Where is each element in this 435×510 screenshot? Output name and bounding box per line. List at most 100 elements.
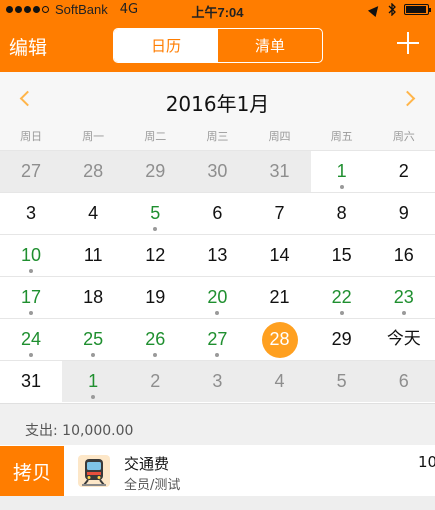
calendar-day-label: 6: [212, 203, 223, 223]
calendar-day[interactable]: 7: [249, 193, 311, 234]
calendar-day[interactable]: 5: [310, 361, 373, 402]
calendar-day[interactable]: 24: [0, 319, 62, 360]
calendar-day[interactable]: 10: [0, 235, 62, 276]
calendar-day[interactable]: 5: [124, 193, 186, 234]
calendar-day-label: 18: [83, 287, 104, 307]
weekday-label: 周四: [268, 130, 291, 143]
entry-subtitle: 全员/测试: [124, 478, 181, 493]
entry-title: 交通费: [124, 455, 170, 473]
calendar-day[interactable]: 4: [248, 361, 311, 402]
calendar-day[interactable]: 14: [249, 235, 311, 276]
calendar-day[interactable]: 19: [124, 277, 186, 318]
calendar-day-label: 今天: [386, 329, 421, 349]
entry-row[interactable]: 拷贝 交通费 全员/测试 10: [0, 446, 435, 496]
calendar-week-row: 31 1 2 3 4 5 6: [0, 360, 435, 402]
calendar-day[interactable]: 20: [186, 277, 248, 318]
tab-list[interactable]: 清单: [218, 29, 322, 62]
calendar-day[interactable]: 2: [124, 361, 187, 402]
calendar-day-label: 28: [83, 161, 104, 181]
plus-icon[interactable]: [397, 32, 419, 54]
calendar-day[interactable]: 29: [311, 319, 373, 360]
train-icon: [78, 455, 110, 487]
calendar-day[interactable]: 21: [249, 277, 311, 318]
entry-amount: 10: [418, 453, 435, 471]
calendar-day[interactable]: 11: [62, 235, 124, 276]
calendar-day-label: 4: [88, 203, 99, 223]
calendar-day-label: 8: [336, 203, 347, 223]
view-segmented-control: 日历 清单: [113, 28, 323, 63]
calendar-day[interactable]: 1: [311, 151, 373, 192]
calendar-day-label: 7: [274, 203, 285, 223]
month-title: 2016年1月: [165, 92, 270, 116]
calendar-day[interactable]: 8: [311, 193, 373, 234]
calendar-day[interactable]: 31: [0, 361, 62, 402]
calendar-day-label: 9: [398, 203, 409, 223]
copy-button[interactable]: 拷贝: [0, 446, 64, 496]
calendar-day[interactable]: 13: [186, 235, 248, 276]
calendar-day[interactable]: 12: [124, 235, 186, 276]
weekday-label: 周三: [206, 130, 229, 143]
calendar-day[interactable]: 22: [311, 277, 373, 318]
calendar-week-row: 17 18 19 20 21 22 23: [0, 276, 435, 318]
calendar-day[interactable]: 3: [0, 193, 62, 234]
bottom-divider: [0, 496, 435, 510]
calendar-day[interactable]: 23: [373, 277, 435, 318]
calendar-day[interactable]: 16: [373, 235, 435, 276]
calendar-day[interactable]: 17: [0, 277, 62, 318]
edit-button[interactable]: 编辑: [9, 33, 47, 60]
calendar-day-label: 2: [398, 161, 409, 181]
entry-marker-dot: [339, 311, 344, 315]
expense-summary: 支出: 10,000.00: [0, 403, 435, 445]
calendar-day[interactable]: 26: [124, 319, 186, 360]
calendar-day-label: 3: [212, 371, 223, 391]
entry-marker-dot: [401, 311, 406, 315]
calendar-day[interactable]: 2: [373, 151, 435, 192]
weekday-label: 周二: [144, 130, 167, 143]
calendar-day[interactable]: 1: [62, 361, 125, 402]
calendar-day-label: 31: [269, 161, 290, 181]
calendar-day[interactable]: 3: [186, 361, 249, 402]
battery-icon: [404, 4, 431, 15]
calendar-week-row: 3 4 5 6 7 8 9: [0, 192, 435, 234]
calendar-day-label: 16: [393, 245, 414, 265]
weekday-label: 周日: [20, 130, 43, 143]
calendar-day-label: 11: [83, 245, 103, 265]
expense-total: 支出: 10,000.00: [25, 423, 134, 439]
calendar-day[interactable]: 15: [311, 235, 373, 276]
calendar-day-label: 5: [336, 371, 347, 391]
calendar-day[interactable]: 6: [372, 361, 435, 402]
entry-marker-dot: [339, 185, 344, 189]
status-right: [367, 2, 431, 17]
battery-fill: [406, 6, 426, 13]
calendar-grid: 27 28 29 30 31 1 2 3 4 5 6 7 8 9 10 11 12 13 14 15 16 17 18 19 2…: [0, 150, 435, 402]
calendar-day[interactable]: 27: [0, 151, 63, 192]
month-header: 2016年1月: [0, 72, 435, 128]
calendar-day-label: 3: [26, 203, 37, 223]
location-arrow-icon: [367, 2, 383, 17]
calendar-day-label: 29: [331, 329, 352, 349]
calendar-day-today[interactable]: 今天: [373, 319, 435, 360]
calendar-day[interactable]: 30: [186, 151, 249, 192]
calendar-day[interactable]: 31: [248, 151, 311, 192]
calendar-day[interactable]: 4: [62, 193, 124, 234]
calendar-day[interactable]: 6: [186, 193, 248, 234]
calendar-day-label: 15: [331, 245, 352, 265]
calendar-day-selected[interactable]: 28: [249, 319, 311, 360]
calendar-day-label: 13: [207, 245, 228, 265]
calendar-day[interactable]: 27: [186, 319, 248, 360]
calendar-day[interactable]: 28: [62, 151, 125, 192]
weekday-label: 周六: [392, 130, 415, 143]
calendar-day-label: 28: [269, 329, 290, 349]
weekday-label: 周一: [82, 130, 105, 143]
calendar-day[interactable]: 18: [62, 277, 124, 318]
calendar-day-label: 4: [274, 371, 285, 391]
calendar-day-label: 2: [150, 371, 161, 391]
calendar-day[interactable]: 9: [373, 193, 435, 234]
calendar-day[interactable]: 25: [62, 319, 124, 360]
calendar-day[interactable]: 29: [124, 151, 187, 192]
calendar-day-label: 19: [145, 287, 166, 307]
calendar-day-label: 27: [21, 161, 42, 181]
weekday-header: 周日 周一 周二 周三 周四 周五 周六: [0, 128, 435, 150]
status-bar: SoftBank 4G 上午7:04: [0, 0, 435, 20]
tab-calendar[interactable]: 日历: [114, 29, 218, 62]
